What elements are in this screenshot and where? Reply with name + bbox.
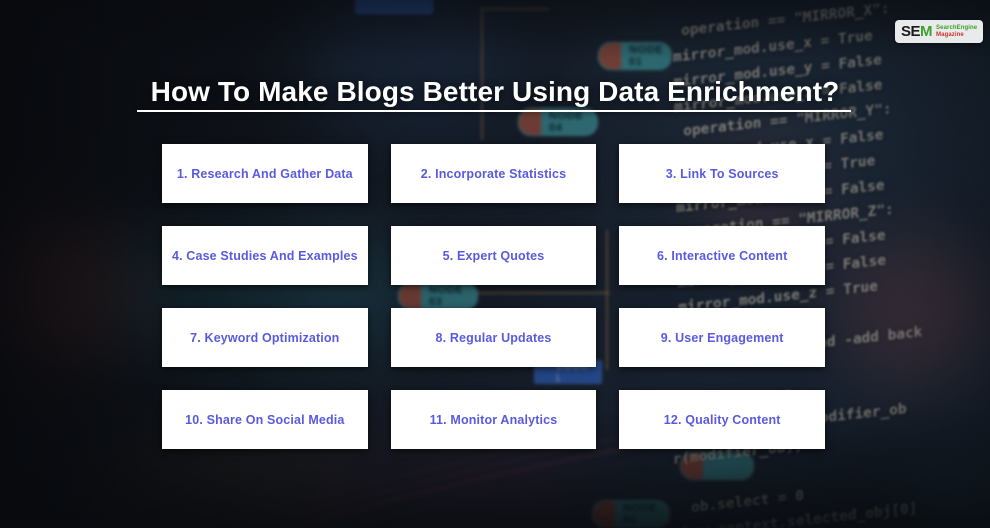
step-card-label: 7. Keyword Optimization xyxy=(190,330,340,345)
page-title-underline xyxy=(137,110,851,112)
sem-logo-letter-e: E xyxy=(910,23,921,40)
step-card[interactable]: 11. Monitor Analytics xyxy=(390,390,597,449)
step-card-label: 6. Interactive Content xyxy=(656,248,788,263)
steps-grid: 1. Research And Gather Data 2. Incorpora… xyxy=(162,144,826,449)
page-title: How To Make Blogs Better Using Data Enri… xyxy=(150,76,840,107)
step-card-label: 12. Quality Content xyxy=(663,412,781,427)
steps-row: 10. Share On Social Media 11. Monitor An… xyxy=(162,390,826,449)
step-card[interactable]: 10. Share On Social Media xyxy=(162,390,368,449)
step-card-label: 10. Share On Social Media xyxy=(185,412,345,427)
step-card[interactable]: 5. Expert Quotes xyxy=(390,226,597,285)
sem-logo-mark: SEM xyxy=(901,23,933,40)
step-card-label: 9. User Engagement xyxy=(660,330,784,345)
step-card[interactable]: 2. Incorporate Statistics xyxy=(390,144,597,203)
step-card[interactable]: 7. Keyword Optimization xyxy=(162,308,368,367)
sem-logo-letter-m: M xyxy=(920,23,933,40)
step-card-label: 2. Incorporate Statistics xyxy=(420,166,567,181)
step-card-label: 1. Research And Gather Data xyxy=(176,166,353,181)
step-card-label: 5. Expert Quotes xyxy=(442,248,545,263)
step-card[interactable]: 12. Quality Content xyxy=(619,390,826,449)
steps-row: 4. Case Studies And Examples 5. Expert Q… xyxy=(162,226,826,285)
step-card[interactable]: 8. Regular Updates xyxy=(390,308,597,367)
step-card[interactable]: 3. Link To Sources xyxy=(619,144,826,203)
sem-logo-wordmark: SearchEngine Magazine xyxy=(936,25,977,38)
step-card[interactable]: 1. Research And Gather Data xyxy=(162,144,368,203)
sem-logo-letter-s: S xyxy=(901,23,911,40)
step-card-label: 11. Monitor Analytics xyxy=(429,412,558,427)
step-card[interactable]: 9. User Engagement xyxy=(619,308,826,367)
step-card-label: 8. Regular Updates xyxy=(435,330,552,345)
step-card-label: 4. Case Studies And Examples xyxy=(171,248,358,263)
sem-logo-line-2: Magazine xyxy=(936,31,964,38)
steps-row: 1. Research And Gather Data 2. Incorpora… xyxy=(162,144,826,203)
step-card[interactable]: 4. Case Studies And Examples xyxy=(162,226,368,285)
step-card[interactable]: 6. Interactive Content xyxy=(619,226,826,285)
infographic-canvas: NODE 01 NODE 04 NODE 03 BLOCK 01 NODE 02… xyxy=(0,0,990,528)
sem-logo-badge[interactable]: SEM SearchEngine Magazine xyxy=(895,20,984,43)
content-layer: SEM SearchEngine Magazine How To Make Bl… xyxy=(0,0,990,528)
steps-row: 7. Keyword Optimization 8. Regular Updat… xyxy=(162,308,826,367)
step-card-label: 3. Link To Sources xyxy=(665,166,779,181)
